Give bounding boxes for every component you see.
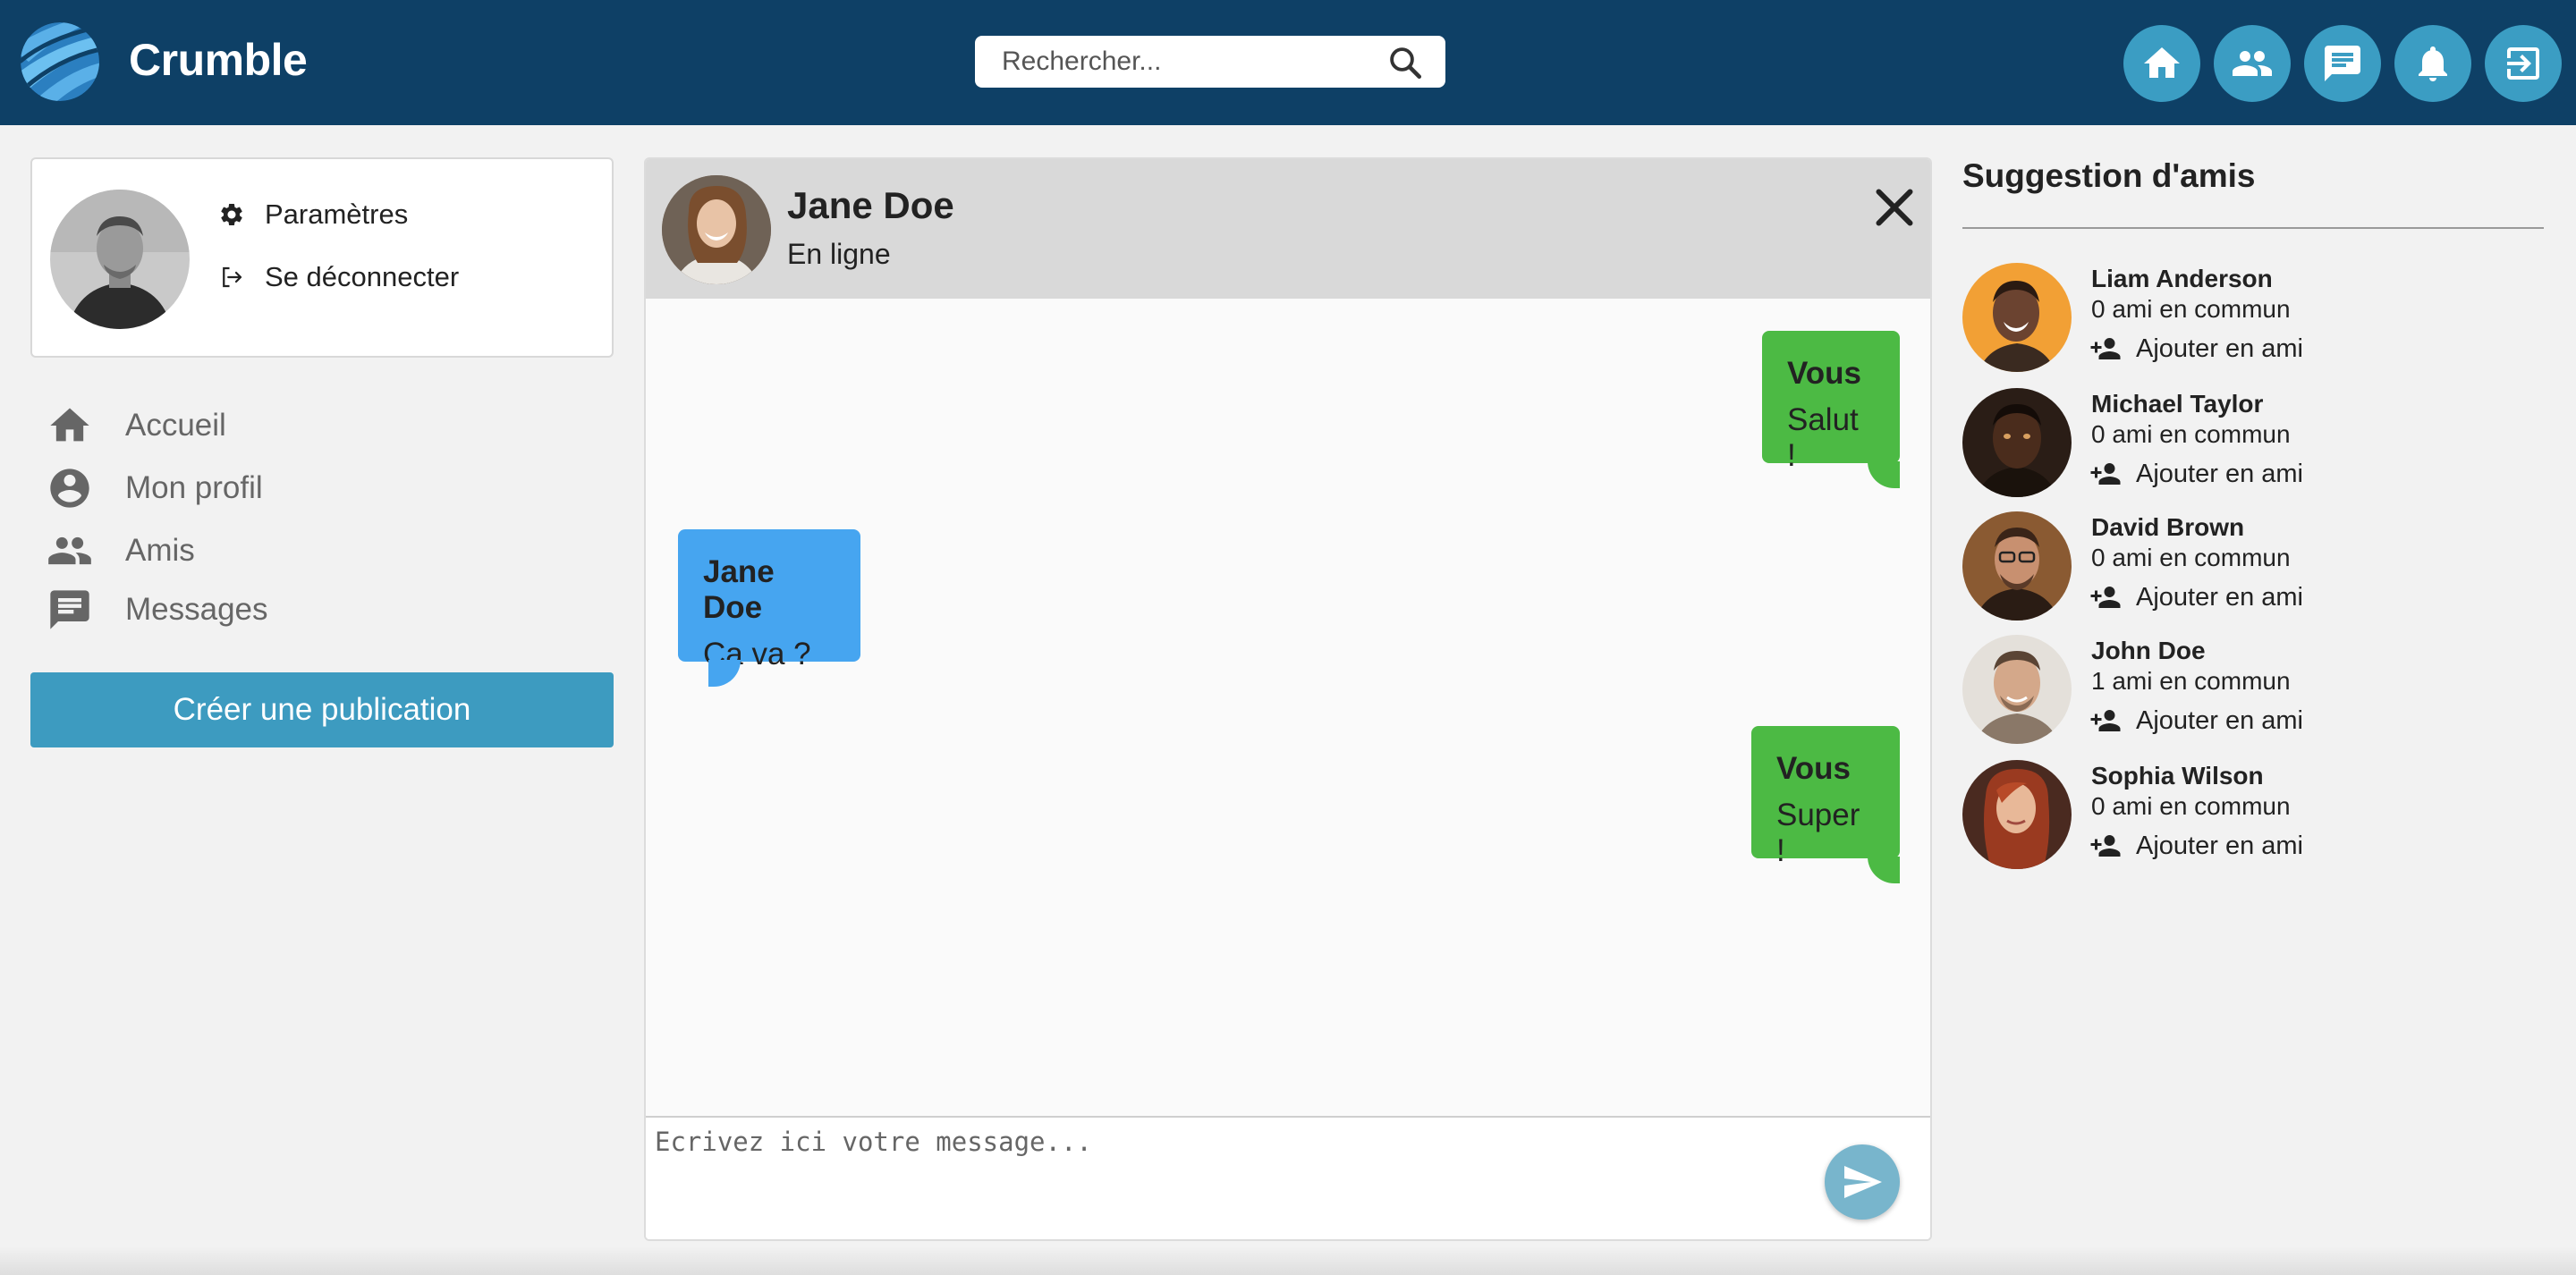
- logout-link[interactable]: Se déconnecter: [218, 258, 459, 297]
- add-friend-label: Ajouter en ami: [2136, 334, 2303, 363]
- search-box: [975, 36, 1445, 88]
- logout-icon: [223, 266, 242, 288]
- sidebar-item-label: Messages: [125, 592, 268, 627]
- add-friend-label: Ajouter en ami: [2136, 459, 2303, 488]
- bubble-tail: [1868, 461, 1900, 488]
- messages-icon: [2325, 46, 2360, 81]
- add-friend-button[interactable]: Ajouter en ami: [2089, 458, 2303, 490]
- page-bottom-edge: [0, 1246, 2576, 1275]
- user-avatar[interactable]: [50, 190, 190, 329]
- nav-messages-button[interactable]: [2304, 25, 2381, 102]
- friend-name[interactable]: Michael Taylor: [2091, 390, 2263, 418]
- search-input[interactable]: [1002, 36, 1377, 88]
- suggestions-title: Suggestion d'amis: [1962, 157, 2256, 194]
- contact-avatar[interactable]: [662, 175, 771, 284]
- add-friend-button[interactable]: Ajouter en ami: [2089, 705, 2303, 737]
- mutual-friends-count: 0 ami en commun: [2091, 420, 2291, 448]
- friend-name[interactable]: Liam Anderson: [2091, 265, 2273, 293]
- sidebar-item-accueil[interactable]: Accueil: [47, 401, 226, 451]
- bubble-tail: [1868, 857, 1900, 883]
- send-button[interactable]: [1825, 1144, 1900, 1220]
- profile-card: Paramètres Se déconnecter: [30, 157, 614, 358]
- mutual-friends-count: 1 ami en commun: [2091, 667, 2291, 695]
- sidebar-item-messages[interactable]: Messages: [47, 585, 268, 635]
- message-text: Salut !: [1787, 402, 1859, 473]
- friend-suggestion: Liam Anderson 0 ami en commun Ajouter en…: [1962, 263, 2544, 374]
- friend-name[interactable]: Sophia Wilson: [2091, 762, 2264, 790]
- crumble-logo-icon[interactable]: [20, 21, 100, 102]
- person-add-icon: [2090, 587, 2121, 608]
- add-friend-button[interactable]: Ajouter en ami: [2089, 830, 2303, 862]
- suggestions-divider: [1962, 227, 2544, 229]
- friend-avatar[interactable]: [1962, 388, 2072, 497]
- chat-header: Jane Doe En ligne: [646, 159, 1930, 299]
- home-icon: [2144, 47, 2180, 78]
- brand-name[interactable]: Crumble: [129, 34, 308, 86]
- message-bubble-sent: Vous Super !: [1751, 726, 1900, 883]
- message-sender: Jane Doe: [703, 554, 775, 625]
- message-input[interactable]: [655, 1127, 1782, 1225]
- person-add-icon: [2090, 463, 2121, 485]
- sidebar-item-amis[interactable]: Amis: [47, 526, 195, 576]
- sidebar-item-label: Accueil: [125, 408, 226, 443]
- notifications-icon: [2419, 46, 2447, 81]
- nav-notifications-button[interactable]: [2394, 25, 2471, 102]
- add-friend-button[interactable]: Ajouter en ami: [2089, 581, 2303, 613]
- nav-logout-button[interactable]: [2485, 25, 2562, 102]
- mutual-friends-count: 0 ami en commun: [2091, 295, 2291, 323]
- message-composer: [646, 1116, 1930, 1239]
- home-icon: [50, 408, 89, 442]
- friends-icon: [2233, 51, 2272, 76]
- message-icon: [50, 590, 89, 629]
- nav-home-button[interactable]: [2123, 25, 2200, 102]
- create-post-button[interactable]: Créer une publication: [30, 672, 614, 747]
- friend-name[interactable]: John Doe: [2091, 637, 2206, 665]
- person-add-icon: [2090, 710, 2121, 731]
- add-friend-button[interactable]: Ajouter en ami: [2089, 333, 2303, 365]
- add-friend-label: Ajouter en ami: [2136, 582, 2303, 612]
- message-bubble-sent: Vous Salut !: [1762, 331, 1900, 488]
- mutual-friends-count: 0 ami en commun: [2091, 792, 2291, 820]
- people-icon: [48, 536, 91, 565]
- person-add-icon: [2090, 835, 2121, 857]
- sidebar-item-mon-profil[interactable]: Mon profil: [47, 463, 263, 513]
- add-friend-label: Ajouter en ami: [2136, 831, 2303, 860]
- message-bubble-received: Jane Doe Ça va ?: [678, 529, 860, 687]
- send-icon: [1844, 1166, 1882, 1198]
- close-icon[interactable]: [1868, 181, 1921, 234]
- message-sender: Vous: [1776, 751, 1851, 786]
- settings-link[interactable]: Paramètres: [218, 195, 408, 234]
- account-icon: [50, 469, 89, 508]
- friend-avatar[interactable]: [1962, 635, 2072, 744]
- friend-name[interactable]: David Brown: [2091, 513, 2244, 542]
- search-icon[interactable]: [1386, 44, 1424, 81]
- person-add-icon: [2090, 338, 2121, 359]
- bubble-tail: [708, 660, 741, 687]
- settings-label: Paramètres: [265, 198, 409, 230]
- mutual-friends-count: 0 ami en commun: [2091, 544, 2291, 571]
- friend-suggestion: Michael Taylor 0 ami en commun Ajouter e…: [1962, 388, 2544, 499]
- contact-status: En ligne: [787, 238, 891, 270]
- friend-suggestion: Sophia Wilson 0 ami en commun Ajouter en…: [1962, 760, 2544, 871]
- friend-suggestion: David Brown 0 ami en commun Ajouter en a…: [1962, 511, 2544, 622]
- sidebar-item-label: Mon profil: [125, 470, 263, 505]
- friend-suggestion: John Doe 1 ami en commun Ajouter en ami: [1962, 635, 2544, 746]
- nav-friends-button[interactable]: [2214, 25, 2291, 102]
- message-text: Super !: [1776, 798, 1860, 868]
- contact-name: Jane Doe: [787, 184, 954, 226]
- gear-icon: [221, 204, 242, 225]
- logout-icon: [2507, 47, 2539, 80]
- friend-avatar[interactable]: [1962, 511, 2072, 621]
- top-navigation-bar: Crumble: [0, 0, 2576, 125]
- chat-panel: Jane Doe En ligne Vous Salut ! Jane Doe …: [644, 157, 1932, 1241]
- sidebar-item-label: Amis: [125, 533, 195, 568]
- add-friend-label: Ajouter en ami: [2136, 705, 2303, 735]
- friend-avatar[interactable]: [1962, 760, 2072, 869]
- friend-avatar[interactable]: [1962, 263, 2072, 372]
- logout-label: Se déconnecter: [265, 261, 460, 292]
- message-sender: Vous: [1787, 356, 1861, 391]
